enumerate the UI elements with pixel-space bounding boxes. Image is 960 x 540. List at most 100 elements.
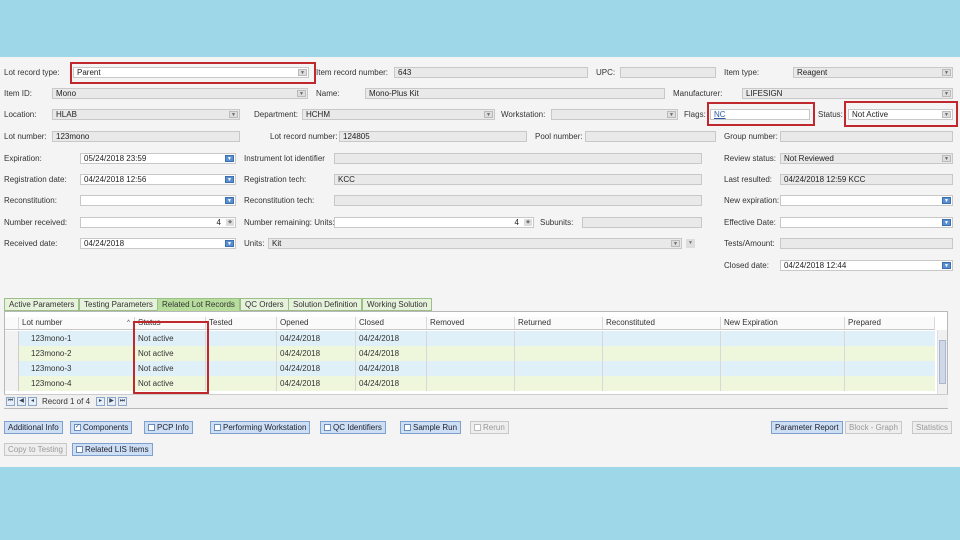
highlight-box (707, 102, 815, 126)
instrument-lot-identifier-label: Instrument lot identifier (244, 154, 325, 163)
expiration-field[interactable]: 05/24/2018 23:59 ▼ (80, 153, 236, 164)
pcp-info-button[interactable]: PCP Info (144, 421, 193, 434)
performing-workstation-button[interactable]: Performing Workstation (210, 421, 311, 434)
calendar-icon[interactable]: ▼ (225, 176, 234, 183)
checkbox-checked-icon[interactable]: ✓ (74, 424, 81, 432)
grid-header-reconstituted[interactable]: Reconstituted (603, 317, 721, 330)
highlight-box (70, 62, 316, 84)
item-id-select[interactable]: Mono ▼ (52, 88, 308, 99)
new-expiration-field[interactable]: ▼ (780, 195, 953, 206)
closed-date-field[interactable]: 04/24/2018 12:44 ▼ (780, 260, 953, 271)
opened-cell: 04/24/2018 (277, 361, 356, 376)
name-label: Name: (316, 89, 340, 98)
checkbox-icon[interactable] (474, 424, 481, 432)
department-label: Department: (254, 110, 299, 119)
department-select[interactable]: HCHM ▼ (302, 109, 495, 120)
tab-testing-parameters[interactable]: Testing Parameters (79, 298, 158, 311)
units-button[interactable]: ▼ (686, 239, 695, 248)
checkbox-icon[interactable] (148, 424, 155, 432)
number-remaining-field[interactable]: 4 ◆ (334, 217, 534, 228)
pool-number-label: Pool number: (535, 132, 583, 141)
related-lis-items-button[interactable]: Related LIS Items (72, 443, 153, 456)
grid-header-returned[interactable]: Returned (515, 317, 603, 330)
first-page-icon[interactable]: ⏮ (6, 397, 15, 406)
grid-header-prepared[interactable]: Prepared (845, 317, 935, 330)
components-button[interactable]: ✓ Components (70, 421, 133, 434)
chevron-down-icon[interactable]: ▼ (667, 111, 676, 118)
expiration-label: Expiration: (4, 154, 42, 163)
chevron-down-icon[interactable]: ▼ (297, 90, 306, 97)
row-selector[interactable] (5, 376, 19, 391)
grid-header-tested[interactable]: Tested (206, 317, 277, 330)
grid-header-opened[interactable]: Opened (277, 317, 356, 330)
reconstituted-cell (603, 376, 721, 391)
last-resulted-field: 04/24/2018 12:59 KCC (780, 174, 953, 185)
block-graph-button[interactable]: Block - Graph (845, 421, 902, 434)
manufacturer-select[interactable]: LIFESIGN ▼ (742, 88, 953, 99)
item-type-label: Item type: (724, 68, 760, 77)
name-field: Mono-Plus Kit (365, 88, 665, 99)
next-page-icon[interactable]: ▶ (107, 397, 116, 406)
effective-date-field[interactable]: ▼ (780, 217, 953, 228)
row-selector[interactable] (5, 346, 19, 361)
registration-date-field[interactable]: 04/24/2018 12:56 ▼ (80, 174, 236, 185)
checkbox-icon[interactable] (76, 446, 83, 454)
tab-solution-definition[interactable]: Solution Definition (288, 298, 363, 311)
qc-identifiers-button[interactable]: QC Identifiers (320, 421, 386, 434)
calendar-icon[interactable]: ▼ (942, 219, 951, 226)
lot-number-cell: 123mono-2 (19, 346, 135, 361)
calendar-icon[interactable]: ▼ (942, 197, 951, 204)
statistics-button[interactable]: Statistics (912, 421, 953, 434)
workstation-select[interactable]: ▼ (551, 109, 678, 120)
checkbox-icon[interactable] (214, 424, 221, 432)
parameter-report-button[interactable]: Parameter Report (771, 421, 843, 434)
grid-header-removed[interactable]: Removed (427, 317, 515, 330)
chevron-down-icon[interactable]: ▼ (229, 111, 238, 118)
sample-run-button[interactable]: Sample Run (400, 421, 462, 434)
sort-ascending-icon: ^ (127, 320, 130, 326)
grid-header-new-expiration[interactable]: New Expiration (721, 317, 845, 330)
units-select[interactable]: Kit ▼ (268, 238, 682, 249)
prev-page-icon[interactable]: ◀ (17, 397, 26, 406)
chevron-down-icon[interactable]: ▼ (942, 90, 951, 97)
additional-info-button[interactable]: Additional Info (4, 421, 63, 434)
calendar-icon[interactable]: ▼ (942, 262, 951, 269)
calendar-icon[interactable]: ▼ (225, 240, 234, 247)
chevron-down-icon[interactable]: ▼ (484, 111, 493, 118)
calendar-icon[interactable]: ▼ (225, 155, 234, 162)
chevron-down-icon[interactable]: ▼ (671, 240, 680, 247)
next-record-icon[interactable]: ▸ (96, 397, 105, 406)
location-select[interactable]: HLAB ▼ (52, 109, 240, 120)
lot-record-window: Lot record type: Parent ▼ Item record num… (0, 57, 960, 467)
spinner-icon[interactable]: ◆ (524, 219, 532, 226)
checkbox-icon[interactable] (404, 424, 411, 432)
new-expiration-cell (721, 346, 845, 361)
review-status-select[interactable]: Not Reviewed ▼ (780, 153, 953, 164)
row-selector[interactable] (5, 361, 19, 376)
row-selector[interactable] (5, 331, 19, 346)
received-date-field[interactable]: 04/24/2018 ▼ (80, 238, 236, 249)
chevron-down-icon[interactable]: ▼ (942, 155, 951, 162)
registration-date-label: Registration date: (4, 175, 67, 184)
tab-related-lot-records[interactable]: Related Lot Records (157, 298, 240, 311)
tab-qc-orders[interactable]: QC Orders (240, 298, 289, 311)
copy-to-testing-button[interactable]: Copy to Testing (4, 443, 67, 456)
reconstitution-field[interactable]: ▼ (80, 195, 236, 206)
item-type-select[interactable]: Reagent ▼ (793, 67, 953, 78)
grid-header-closed[interactable]: Closed (356, 317, 427, 330)
checkbox-icon[interactable] (324, 424, 331, 432)
opened-cell: 04/24/2018 (277, 376, 356, 391)
number-received-field[interactable]: 4 ◆ (80, 217, 236, 228)
calendar-icon[interactable]: ▼ (225, 197, 234, 204)
tab-active-parameters[interactable]: Active Parameters (4, 298, 80, 311)
grid-header-lot-number[interactable]: Lot number ^ (19, 317, 135, 330)
tab-working-solution[interactable]: Working Solution (362, 298, 433, 311)
spinner-icon[interactable]: ◆ (226, 219, 234, 226)
last-page-icon[interactable]: ⏭ (118, 397, 127, 406)
prev-record-icon[interactable]: ◂ (28, 397, 37, 406)
rerun-button[interactable]: Rerun (470, 421, 509, 434)
grid-vertical-scrollbar[interactable] (937, 330, 947, 394)
upc-field (620, 67, 716, 78)
scrollbar-thumb[interactable] (939, 340, 946, 384)
chevron-down-icon[interactable]: ▼ (942, 69, 951, 76)
